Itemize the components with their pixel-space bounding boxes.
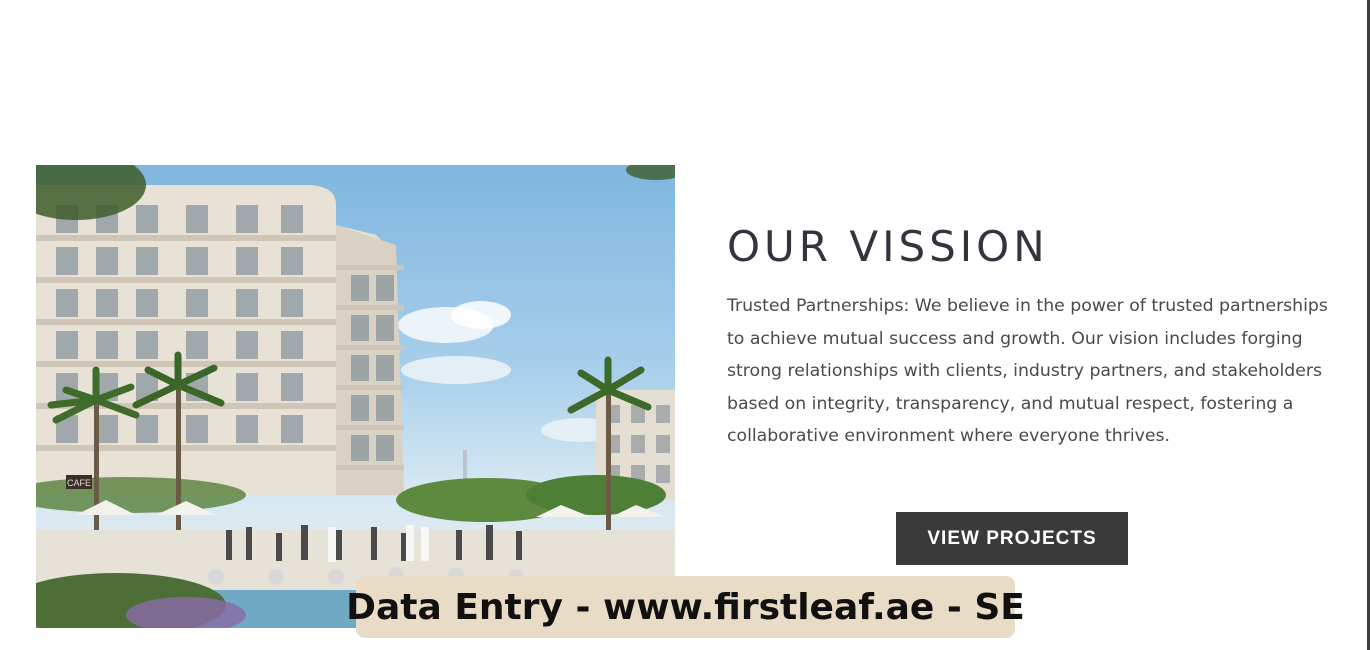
page: CAFE OUR VISSION Trusted Partnerships: W… <box>0 0 1370 650</box>
vision-photo: CAFE <box>36 165 675 628</box>
view-projects-button[interactable]: VIEW PROJECTS <box>896 512 1128 565</box>
watermark-banner: Data Entry - www.firstleaf.ae - SE <box>346 576 1025 638</box>
watermark-text: Data Entry - www.firstleaf.ae - SE <box>346 586 1025 628</box>
vision-title: OUR VISSION <box>727 222 1049 271</box>
vision-description: Trusted Partnerships: We believe in the … <box>727 296 1328 447</box>
building-scene: CAFE <box>36 165 675 628</box>
cafe-sign: CAFE <box>67 478 91 488</box>
